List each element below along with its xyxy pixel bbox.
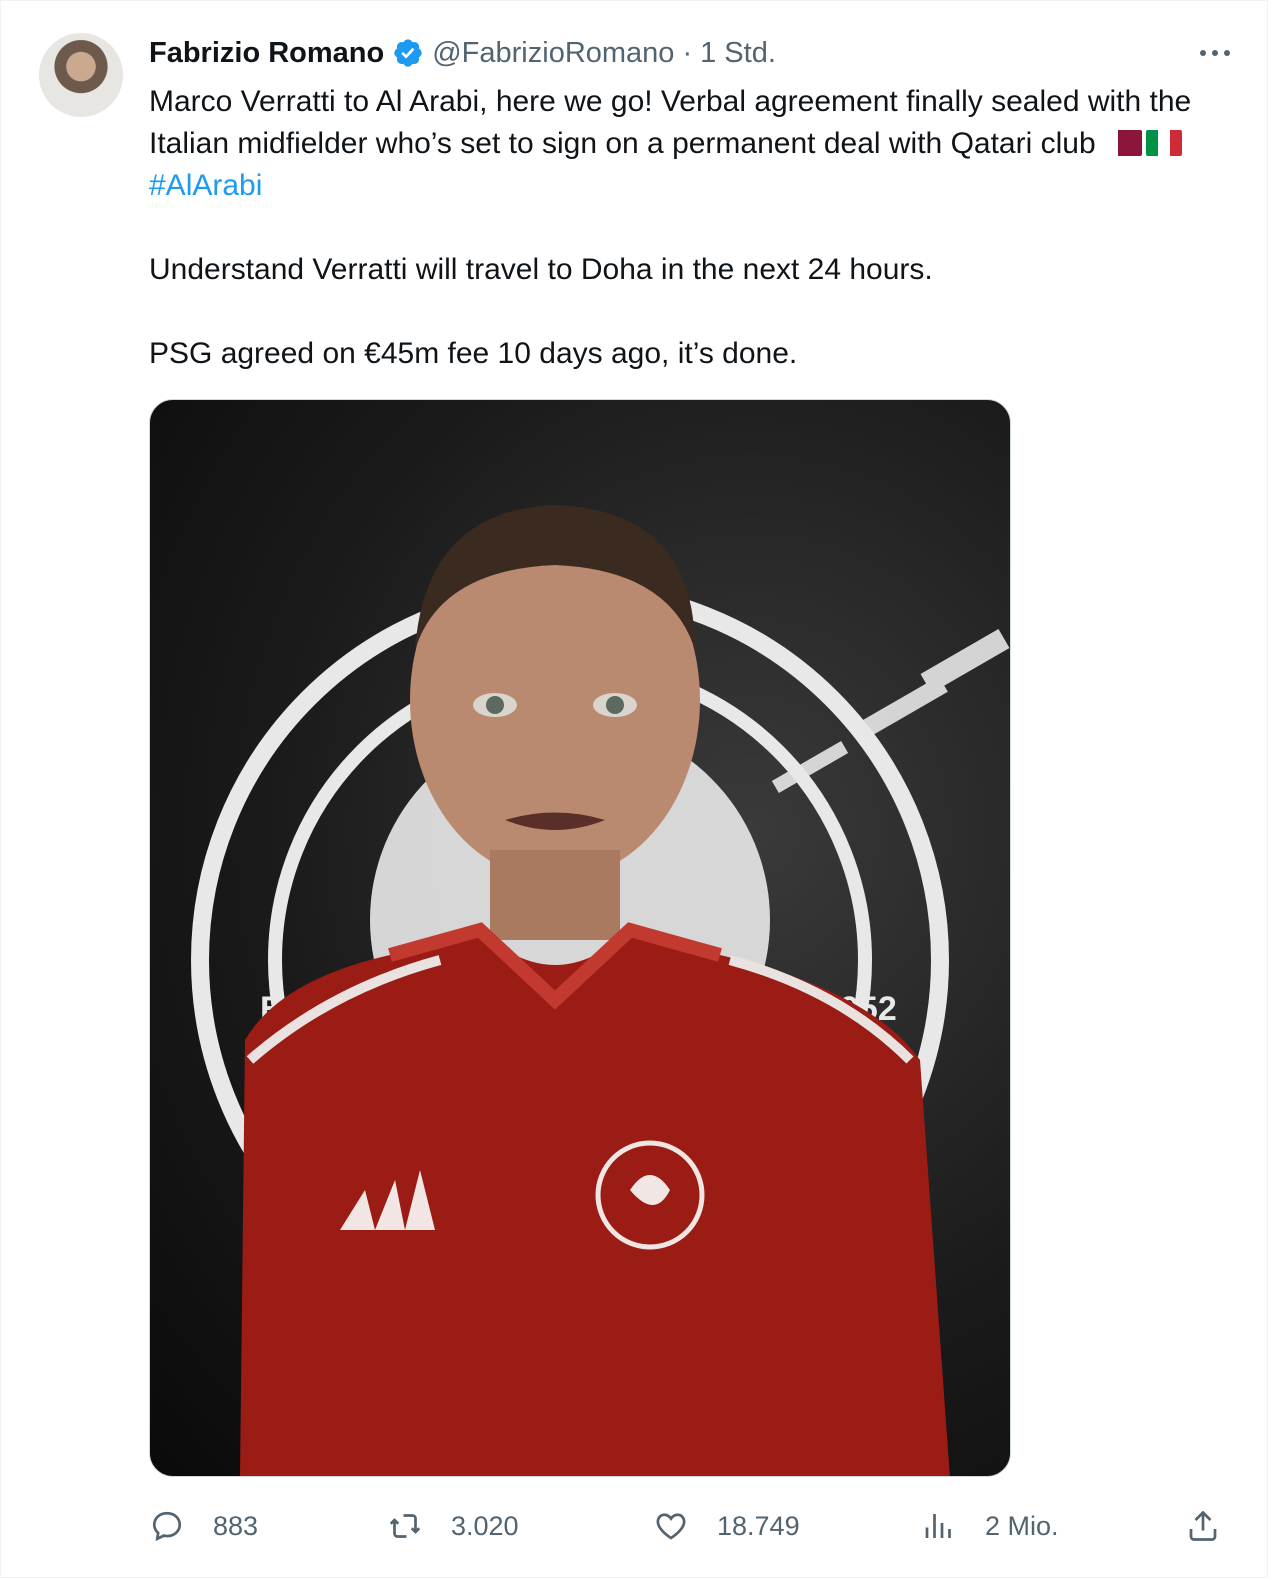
tweet-paragraph-1: Marco Verratti to Al Arabi, here we go! … [149, 81, 1239, 207]
like-button[interactable]: 18.749 [653, 1501, 800, 1551]
retweet-count: 3.020 [451, 1510, 519, 1541]
tweet-header: Fabrizio Romano @FabrizioRomano · 1 Std. [149, 31, 776, 75]
share-icon [1185, 1508, 1221, 1544]
paragraph-1-text: Marco Verratti to Al Arabi, here we go! … [149, 85, 1192, 160]
share-button[interactable] [1185, 1501, 1221, 1551]
author-handle[interactable]: @FabrizioRomano [432, 37, 674, 70]
views-count: 2 Mio. [985, 1510, 1059, 1541]
author-avatar[interactable] [39, 33, 123, 117]
more-options-icon[interactable] [1193, 37, 1237, 69]
tweet-media-image[interactable]: Est 952 [149, 399, 1011, 1477]
retweet-icon [387, 1508, 423, 1544]
tweet-paragraph-3: PSG agreed on €45m fee 10 days ago, it’s… [149, 337, 798, 370]
retweet-button[interactable]: 3.020 [387, 1501, 519, 1551]
reply-icon [149, 1508, 185, 1544]
views-chart-icon [921, 1508, 957, 1544]
tweet-timestamp[interactable]: 1 Std. [700, 37, 776, 70]
like-count: 18.749 [717, 1510, 800, 1541]
qatar-flag-icon [1105, 130, 1142, 156]
views-button[interactable]: 2 Mio. [921, 1501, 1059, 1551]
reply-button[interactable]: 883 [149, 1501, 258, 1551]
tweet-actions: 883 3.020 18.749 2 Mio. [149, 1501, 1229, 1551]
hashtag-link[interactable]: #AlArabi [149, 169, 262, 202]
reply-count: 883 [213, 1510, 259, 1541]
separator-dot: · [682, 36, 693, 69]
author-name[interactable]: Fabrizio Romano [149, 37, 384, 70]
tweet-paragraph-2: Understand Verratti will travel to Doha … [149, 253, 933, 286]
italy-flag-icon [1145, 130, 1182, 156]
verified-badge-icon [392, 37, 424, 69]
heart-icon [653, 1508, 689, 1544]
tweet-card[interactable]: Fabrizio Romano @FabrizioRomano · 1 Std.… [0, 0, 1268, 1578]
tweet-text: Marco Verratti to Al Arabi, here we go! … [149, 81, 1239, 375]
